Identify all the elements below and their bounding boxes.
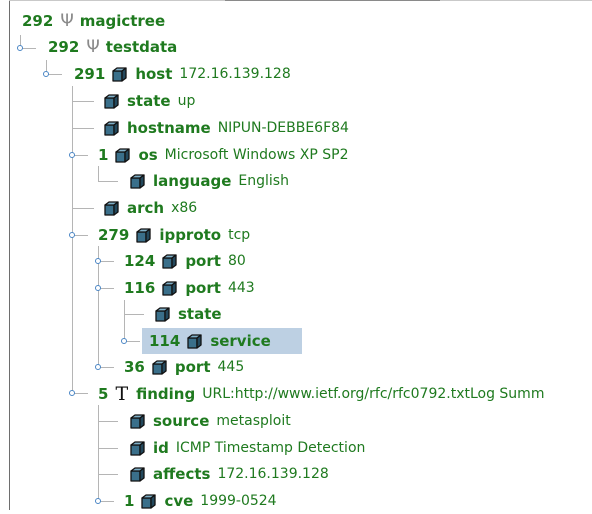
tree-node-affects[interactable]: affects 172.16.139.128 [130, 461, 329, 487]
cube-icon [141, 493, 157, 509]
tree-node-arch[interactable]: arch x86 [104, 195, 197, 221]
node-name: source [153, 412, 210, 430]
tree-node-magictree[interactable]: 292 Ψ magictree [22, 8, 172, 34]
node-name: cve [164, 492, 194, 510]
cube-icon [130, 440, 145, 456]
cube-icon [104, 120, 119, 136]
node-name: state [178, 305, 222, 323]
expand-handle-os[interactable] [69, 152, 75, 158]
node-name: service [210, 332, 271, 350]
node-name: finding [136, 385, 196, 403]
node-name: id [153, 439, 169, 457]
cube-icon [112, 66, 127, 82]
cube-icon [130, 173, 145, 189]
expand-handle-port-80[interactable] [95, 258, 101, 264]
node-value: tcp [228, 227, 251, 243]
expand-handle-ipproto[interactable] [69, 232, 75, 238]
node-value: NIPUN-DEBBE6F84 [217, 120, 349, 136]
node-name: magictree [79, 12, 166, 30]
node-name: port [174, 358, 211, 376]
node-name: os [138, 146, 158, 164]
node-name: ipproto [159, 226, 222, 244]
tree-node-language[interactable]: language English [130, 168, 289, 194]
node-name: state [127, 92, 171, 110]
node-value: 172.16.139.128 [217, 466, 329, 482]
node-value: 443 [227, 280, 255, 296]
tree-node-ipproto[interactable]: 279 ipproto tcp [98, 222, 250, 248]
tree-node-port-443[interactable]: 116 port 443 [124, 275, 255, 301]
tree-node-host[interactable]: 291 host 172.16.139.128 [74, 61, 291, 87]
expand-handle-service[interactable] [121, 338, 127, 344]
node-count: 1 [124, 492, 135, 510]
tree-node-finding[interactable]: 5 T finding URL:http://www.ietf.org/rfc/… [98, 381, 544, 407]
tree-node-source[interactable]: source metasploit [130, 408, 291, 434]
tree-node-state[interactable]: state up [104, 88, 195, 114]
node-value: 172.16.139.128 [179, 66, 291, 82]
expand-handle-port-445[interactable] [95, 364, 101, 370]
cube-icon [162, 280, 177, 296]
cube-icon [187, 333, 202, 349]
node-value: x86 [171, 200, 198, 216]
node-count: 291 [74, 65, 106, 83]
node-count: 292 [48, 38, 80, 56]
expand-handle-cve[interactable] [95, 498, 101, 504]
tree-node-port-443-state[interactable]: state [155, 301, 229, 327]
node-name: language [153, 172, 232, 190]
tree-node-id[interactable]: id ICMP Timestamp Detection [130, 435, 365, 461]
cube-icon [130, 413, 145, 429]
node-count: 114 [149, 332, 181, 350]
node-name: port [185, 279, 221, 297]
node-value: Microsoft Windows XP SP2 [164, 147, 349, 163]
node-value: 80 [227, 253, 246, 269]
node-count: 36 [124, 358, 145, 376]
tree-node-hostname[interactable]: hostname NIPUN-DEBBE6F84 [104, 115, 349, 141]
trident-icon: Ψ [60, 11, 74, 31]
tree-node-port-445[interactable]: 36 port 445 [124, 354, 244, 380]
node-value: up [177, 93, 196, 109]
cube-icon [162, 253, 177, 269]
node-count: 116 [124, 279, 156, 297]
node-count: 292 [22, 12, 54, 30]
cube-icon [115, 147, 131, 163]
node-value: 445 [217, 359, 245, 375]
cube-icon [130, 466, 145, 482]
node-name: testdata [105, 38, 178, 56]
tree-node-testdata[interactable]: 292 Ψ testdata [48, 34, 184, 60]
node-value: 1999-0524 [200, 493, 277, 509]
node-value: English [238, 173, 289, 189]
node-value: metasploit [216, 413, 291, 429]
cube-icon [155, 306, 170, 322]
node-name: hostname [127, 119, 211, 137]
tree-node-cve[interactable]: 1 cve 1999-0524 [124, 488, 277, 514]
expand-handle-finding[interactable] [69, 390, 75, 396]
cube-icon [136, 227, 151, 243]
expand-handle-testdata[interactable] [17, 45, 23, 51]
tree-panel-border [9, 0, 10, 510]
node-count: 1 [98, 146, 109, 164]
node-count: 279 [98, 226, 130, 244]
node-value: ICMP Timestamp Detection [175, 440, 366, 456]
cube-icon [104, 93, 119, 109]
cube-icon [104, 200, 119, 216]
node-name: host [135, 65, 173, 83]
text-t-icon: T [115, 382, 129, 405]
expand-handle-host[interactable] [43, 71, 49, 77]
node-count: 5 [98, 385, 109, 403]
tree-node-os[interactable]: 1 os Microsoft Windows XP SP2 [98, 142, 349, 168]
node-name: affects [153, 465, 211, 483]
tree-node-port-80[interactable]: 124 port 80 [124, 248, 246, 274]
node-value: URL:http://www.ietf.org/rfc/rfc0792.txtL… [202, 386, 545, 402]
header-divider [225, 0, 440, 1]
node-name: port [185, 252, 221, 270]
node-count: 124 [124, 252, 156, 270]
expand-handle-port-443[interactable] [95, 285, 101, 291]
trident-icon: Ψ [86, 37, 100, 57]
tree-node-service[interactable]: 114 service [142, 328, 302, 354]
cube-icon [152, 359, 167, 375]
node-name: arch [127, 199, 165, 217]
